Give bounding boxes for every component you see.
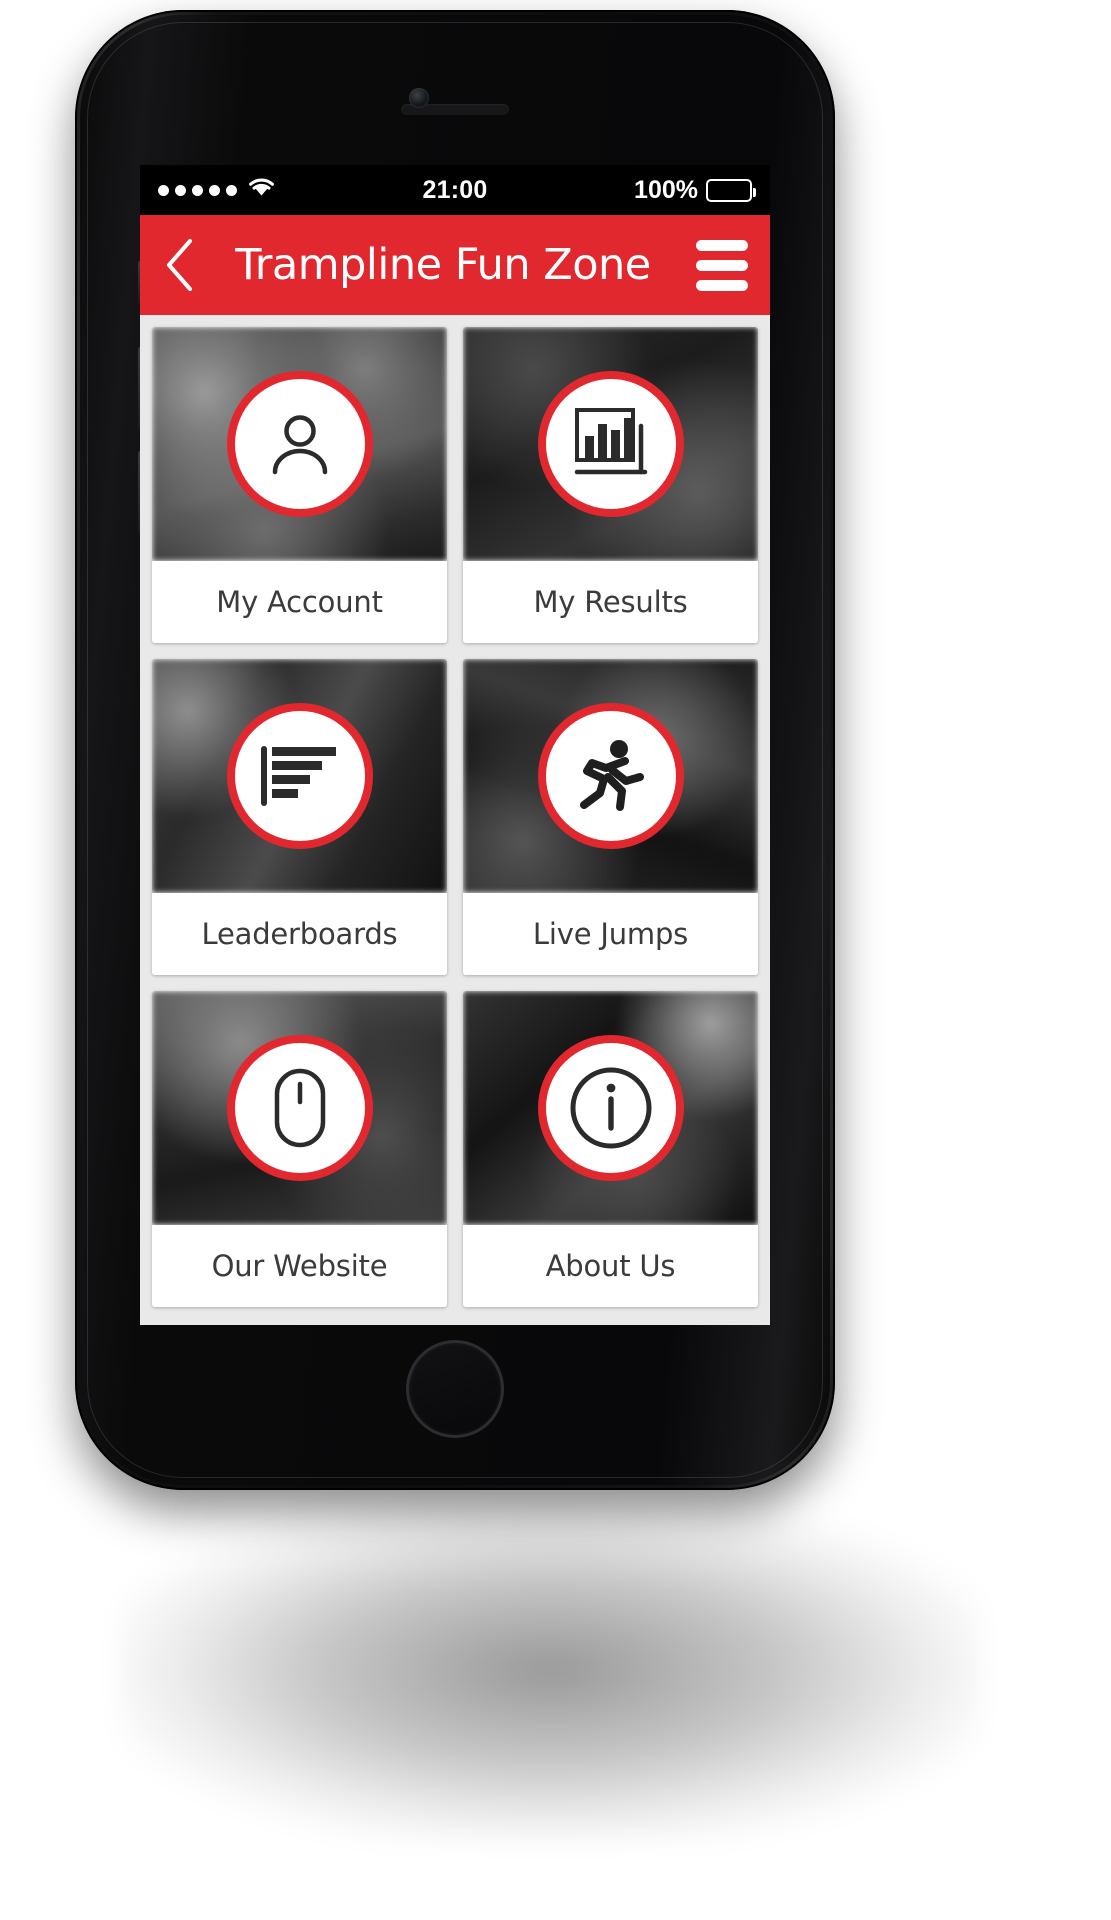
tile-my-account[interactable]: My Account xyxy=(152,327,447,643)
tile-label: My Results xyxy=(463,561,758,643)
tile-photo xyxy=(463,659,758,893)
app-header-bar: Trampline Fun Zone xyxy=(140,215,770,315)
tile-my-results[interactable]: My Results xyxy=(463,327,758,643)
page-title: Trampline Fun Zone xyxy=(235,240,651,290)
user-person-icon xyxy=(226,371,373,517)
front-camera-icon xyxy=(409,88,429,108)
running-person-icon xyxy=(537,703,684,849)
tile-our-website[interactable]: Our Website xyxy=(152,991,447,1307)
computer-mouse-icon xyxy=(226,1035,373,1181)
battery-icon xyxy=(706,178,756,202)
tile-label: My Account xyxy=(152,561,447,643)
tile-live-jumps[interactable]: Live Jumps xyxy=(463,659,758,975)
phone-drop-shadow xyxy=(120,1500,980,1840)
tile-photo xyxy=(463,991,758,1225)
bar-chart-icon xyxy=(537,371,684,517)
ranked-list-icon xyxy=(226,703,373,849)
status-bar: 21:00 100% xyxy=(140,165,770,215)
tile-label: About Us xyxy=(463,1225,758,1307)
menu-grid: My Account My Results Leaderboards Live … xyxy=(140,315,770,1321)
home-button[interactable] xyxy=(406,1340,504,1438)
battery-percentage: 100% xyxy=(634,175,698,204)
tile-label: Our Website xyxy=(152,1225,447,1307)
tile-photo xyxy=(152,991,447,1225)
tile-label: Live Jumps xyxy=(463,893,758,975)
tile-about-us[interactable]: About Us xyxy=(463,991,758,1307)
status-bar-right: 100% xyxy=(455,175,756,205)
phone-mockup: 21:00 100% Trampline Fun Zone My Account… xyxy=(75,10,835,1490)
tile-photo xyxy=(463,327,758,561)
info-circle-icon xyxy=(537,1035,684,1181)
hamburger-menu-icon[interactable] xyxy=(696,239,748,291)
tile-photo xyxy=(152,659,447,893)
phone-screen: 21:00 100% Trampline Fun Zone My Account… xyxy=(140,165,770,1325)
tile-label: Leaderboards xyxy=(152,893,447,975)
tile-photo xyxy=(152,327,447,561)
tile-leaderboards[interactable]: Leaderboards xyxy=(152,659,447,975)
